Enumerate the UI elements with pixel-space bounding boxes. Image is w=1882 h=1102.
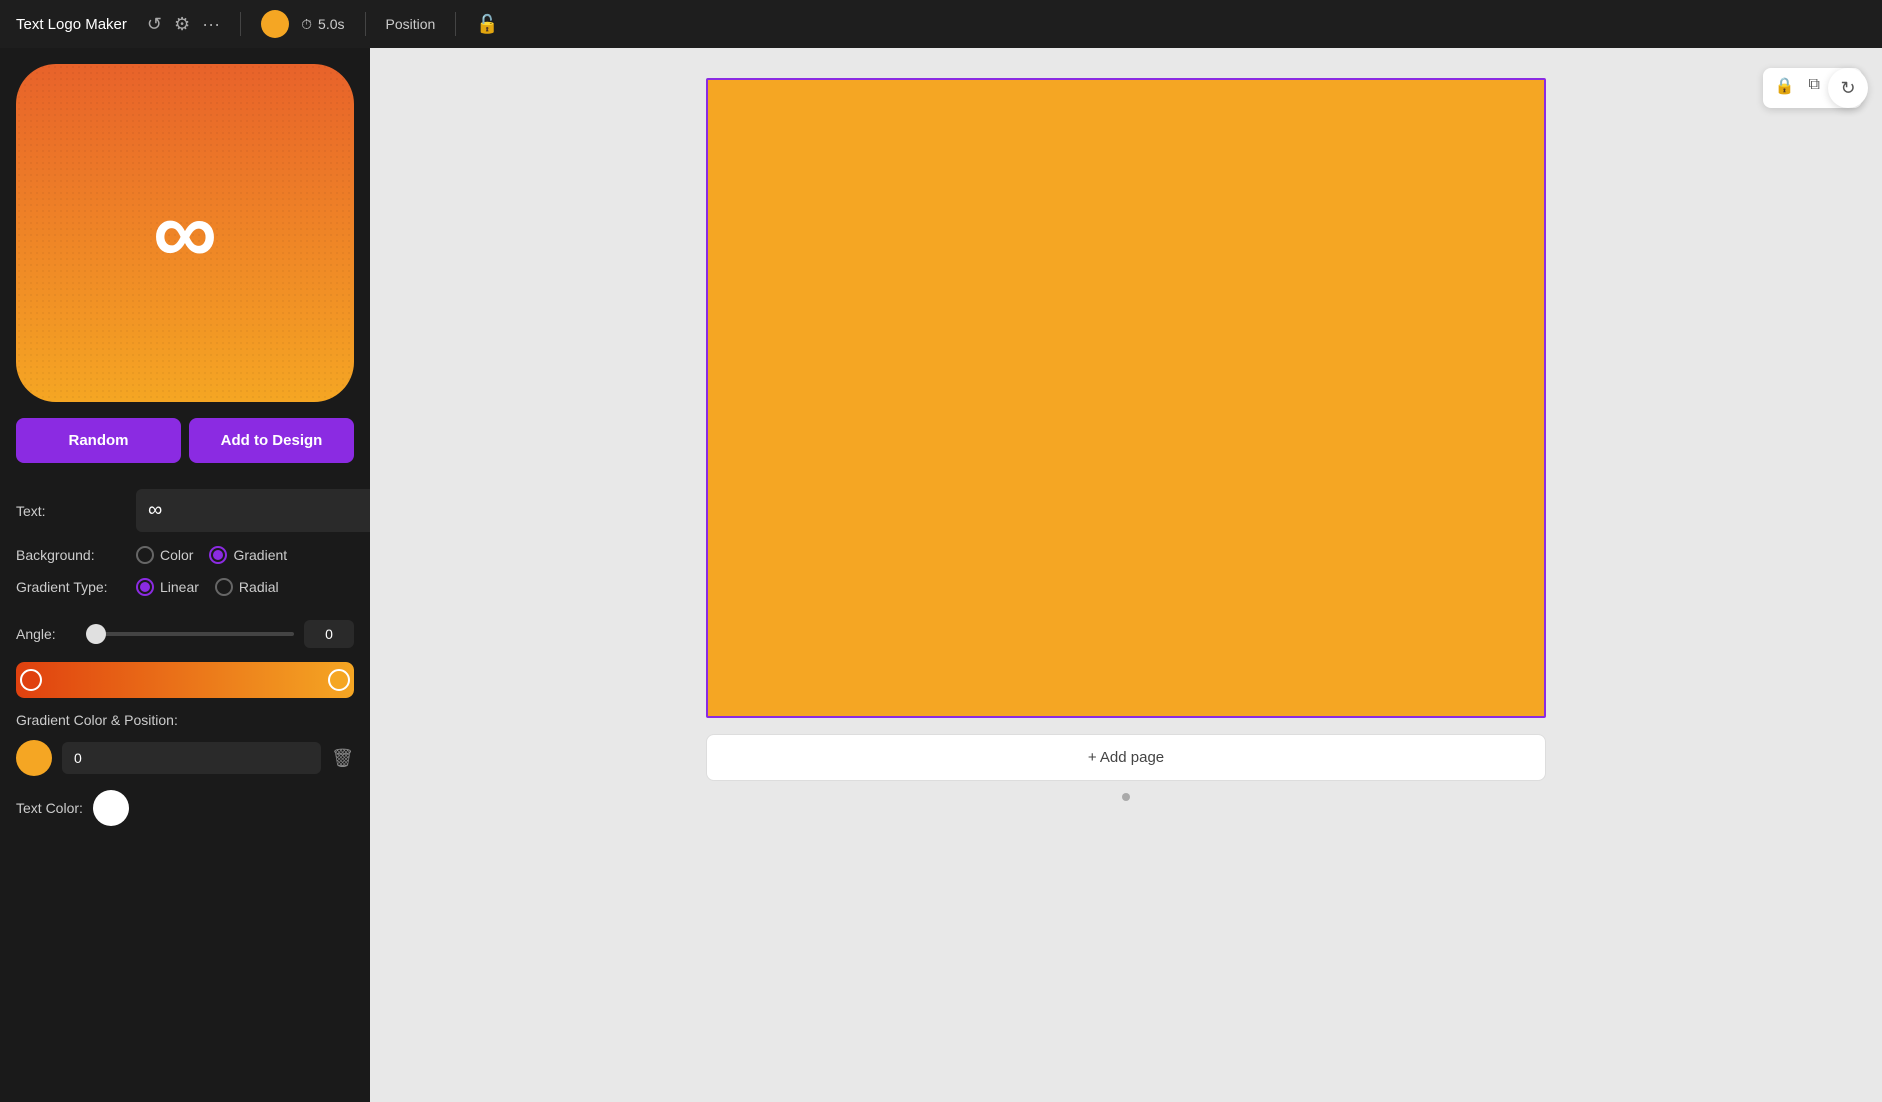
page-indicator	[706, 793, 1546, 801]
add-page-button[interactable]: + Add page	[706, 734, 1546, 781]
more-icon[interactable]: ···	[202, 14, 220, 35]
topbar-divider3	[455, 12, 456, 36]
position-button[interactable]: Position	[386, 16, 436, 32]
topbar-divider	[240, 12, 241, 36]
gradient-type-label: Gradient Type:	[16, 579, 126, 595]
color-radio-option[interactable]: Color	[136, 546, 193, 564]
gradient-type-row: Gradient Type: Linear Radial	[16, 578, 354, 596]
main-layout: ∞ Random Add to Design Text: Background:	[0, 48, 1882, 1102]
text-color-label: Text Color:	[16, 800, 83, 816]
preview-area: ∞	[0, 48, 370, 418]
left-panel: ∞ Random Add to Design Text: Background:	[0, 48, 370, 1102]
refresh-icon[interactable]: ↺	[147, 14, 162, 35]
duration-display[interactable]: ⏱ 5.0s	[301, 16, 344, 33]
gradient-radio-option[interactable]: Gradient	[209, 546, 287, 564]
radial-option-label: Radial	[239, 579, 279, 595]
gradient-option-label: Gradient	[233, 547, 287, 563]
angle-label: Angle:	[16, 626, 76, 642]
text-field-row: Text:	[16, 489, 354, 532]
copy-canvas-icon[interactable]: ⧉	[1805, 74, 1824, 102]
random-button[interactable]: Random	[16, 418, 181, 463]
text-color-swatch[interactable]	[93, 790, 129, 826]
gradient-color-row: 🗑	[0, 740, 370, 776]
radial-radio[interactable]	[215, 578, 233, 596]
background-radio-group: Color Gradient	[136, 546, 287, 564]
gradient-color-swatch[interactable]	[16, 740, 52, 776]
angle-value-input[interactable]	[304, 620, 354, 648]
text-section: Text: Background: Color Grad	[0, 479, 370, 620]
gradient-radio[interactable]	[209, 546, 227, 564]
gradient-color-position-label: Gradient Color & Position:	[16, 712, 178, 728]
clock-icon: ⏱	[301, 16, 312, 33]
gradient-thumb-right[interactable]	[328, 669, 350, 691]
add-to-design-button[interactable]: Add to Design	[189, 418, 354, 463]
angle-slider-thumb[interactable]	[86, 624, 106, 644]
canvas-frame[interactable]	[706, 78, 1546, 718]
linear-radio-option[interactable]: Linear	[136, 578, 199, 596]
radial-radio-option[interactable]: Radial	[215, 578, 279, 596]
delete-icon[interactable]: 🗑	[331, 748, 354, 769]
settings-icon[interactable]: ⚙	[174, 14, 190, 35]
text-color-row: Text Color:	[0, 790, 370, 826]
linear-radio[interactable]	[136, 578, 154, 596]
app-title: Text Logo Maker	[16, 16, 127, 33]
refresh-canvas-button[interactable]: ↻	[1828, 68, 1868, 108]
logo-preview: ∞	[16, 64, 354, 402]
gradient-bar-container[interactable]	[16, 662, 354, 698]
lock-icon[interactable]: 🔓	[476, 14, 498, 35]
topbar: Text Logo Maker ↺ ⚙ ··· ⏱ 5.0s Position …	[0, 0, 1882, 48]
linear-radio-inner	[140, 582, 150, 592]
color-picker-swatch[interactable]	[261, 10, 289, 38]
color-option-label: Color	[160, 547, 193, 563]
background-field-row: Background: Color Gradient	[16, 546, 354, 564]
gradient-type-radio-group: Linear Radial	[136, 578, 279, 596]
action-buttons: Random Add to Design	[0, 418, 370, 479]
background-label: Background:	[16, 547, 126, 563]
position-input[interactable]	[62, 742, 321, 774]
angle-row: Angle:	[0, 620, 370, 648]
gradient-bar	[16, 662, 354, 698]
canvas-area: 🔒 ⧉ ＋ ↻ + Add page	[370, 48, 1882, 1102]
text-input[interactable]	[136, 489, 370, 532]
topbar-divider2	[365, 12, 366, 36]
lock-canvas-icon[interactable]: 🔒	[1771, 74, 1799, 102]
color-radio[interactable]	[136, 546, 154, 564]
infinity-symbol: ∞	[153, 188, 217, 278]
page-dot	[1122, 793, 1130, 801]
gradient-thumb-left[interactable]	[20, 669, 42, 691]
duration-value: 5.0s	[318, 16, 344, 32]
angle-slider-track	[86, 632, 294, 636]
linear-option-label: Linear	[160, 579, 199, 595]
canvas-wrapper: + Add page	[706, 78, 1546, 801]
gradient-radio-inner	[213, 550, 223, 560]
gradient-color-position-section: Gradient Color & Position:	[0, 712, 370, 730]
text-label: Text:	[16, 503, 126, 519]
angle-slider-container	[86, 624, 294, 644]
